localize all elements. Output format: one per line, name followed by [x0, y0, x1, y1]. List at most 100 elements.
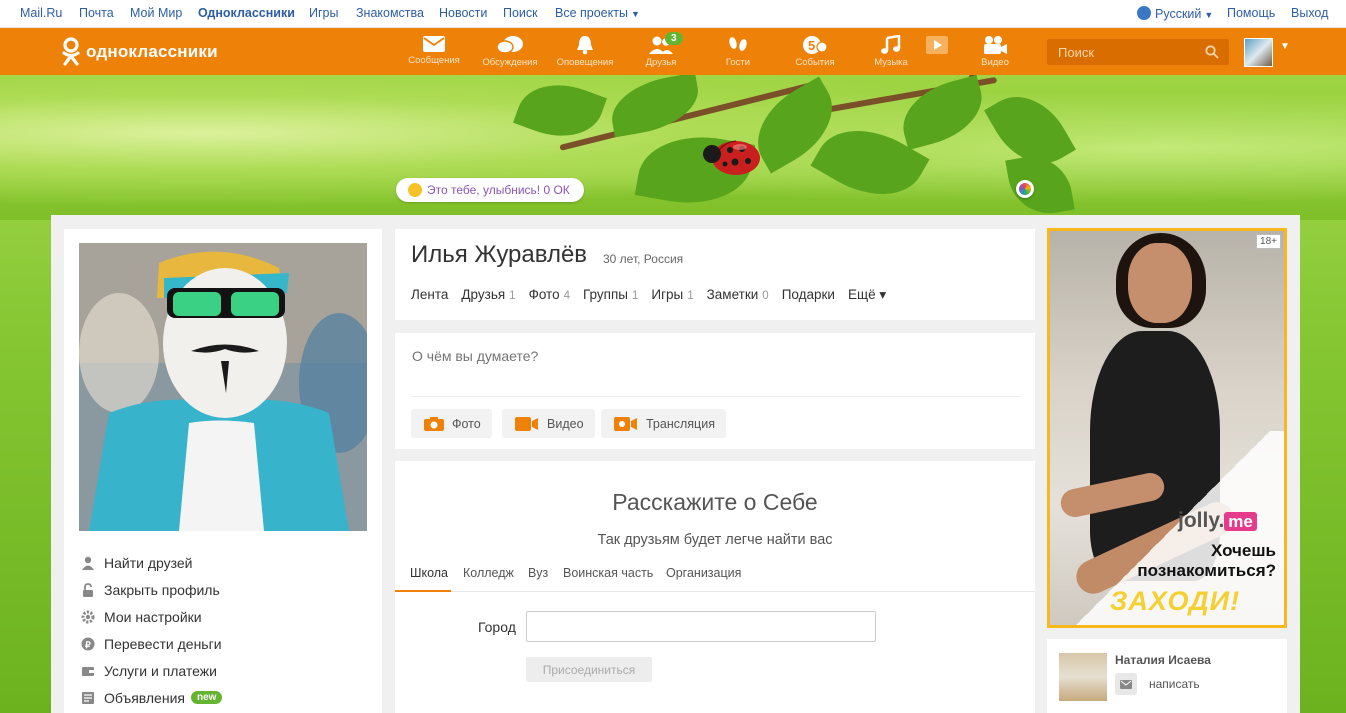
profile-meta: 30 лет, Россия [603, 252, 684, 266]
ok-logo[interactable]: одноклассники [60, 36, 218, 68]
tab-groups-label: Группы [583, 287, 628, 302]
post-input[interactable] [412, 348, 1022, 364]
status-text: Это тебе, улыбнись! 0 ОК [427, 183, 570, 197]
menu-find-friends[interactable]: Найти друзей [80, 549, 370, 576]
ad-image-face [1128, 243, 1192, 323]
svg-text:₽: ₽ [85, 640, 91, 650]
menu-ads[interactable]: Объявления new [80, 684, 370, 711]
profile-name: Илья Журавлёв [411, 241, 588, 268]
portal-link-moi-mir[interactable]: Мой Мир [130, 6, 182, 20]
search-icon[interactable] [1205, 45, 1219, 59]
ruble-icon: ₽ [80, 636, 96, 652]
tab-notes[interactable]: Заметки 0 [707, 287, 769, 303]
portal-bar: Mail.Ru Почта Мой Мир Одноклассники Игры… [0, 0, 1346, 28]
language-selector[interactable]: Русский ▼ [1137, 6, 1213, 21]
tab-school[interactable]: Школа [410, 566, 448, 580]
post-broadcast-button[interactable]: Трансляция [601, 409, 726, 438]
profile-container: Найти друзей Закрыть профиль Мои настрой… [51, 215, 1300, 713]
menu-settings-label: Мои настройки [104, 608, 202, 625]
friends-count-badge: 3 [665, 32, 683, 45]
user-avatar[interactable] [1244, 38, 1273, 67]
camera-icon [424, 416, 444, 431]
tab-military[interactable]: Воинская часть [563, 566, 653, 580]
tab-gifts[interactable]: Подарки [782, 287, 835, 303]
nav-notifications-label: Оповещения [556, 57, 614, 68]
new-badge: new [190, 691, 223, 704]
tab-organization[interactable]: Организация [666, 566, 741, 580]
portal-link-odnoklassniki[interactable]: Одноклассники [198, 6, 295, 20]
city-label: Город [478, 619, 516, 635]
nav-guests[interactable]: Гости [705, 32, 771, 72]
footprints-icon [729, 37, 747, 51]
nav-video[interactable]: Видео [962, 32, 1028, 72]
divider [411, 396, 1021, 397]
tab-photos-count: 4 [563, 290, 570, 302]
tab-gifts-label: Подарки [781, 287, 835, 302]
nav-events-label: События [795, 57, 835, 68]
profile-photo[interactable] [79, 243, 367, 531]
tab-photos[interactable]: Фото 4 [529, 287, 570, 303]
nav-discussions[interactable]: Обсуждения [477, 32, 543, 72]
menu-transfer-money[interactable]: ₽ Перевести деньги [80, 630, 370, 657]
svg-text:5: 5 [808, 38, 815, 53]
nav-music-label: Музыка [874, 57, 908, 68]
join-button[interactable]: Присоединиться [526, 657, 652, 682]
tab-university[interactable]: Вуз [528, 566, 548, 580]
portal-link-news[interactable]: Новости [439, 6, 487, 20]
menu-services-payments[interactable]: Услуги и платежи [80, 657, 370, 684]
menu-close-profile[interactable]: Закрыть профиль [80, 576, 370, 603]
nav-friends[interactable]: Друзья 3 [628, 32, 694, 72]
chevron-down-icon: ▼ [630, 9, 640, 19]
nav-friends-label: Друзья [645, 57, 677, 68]
tab-groups[interactable]: Группы 1 [583, 287, 638, 303]
city-input[interactable] [526, 611, 876, 642]
menu-settings[interactable]: Мои настройки [80, 603, 370, 630]
smile-icon [408, 183, 422, 197]
ads-icon [80, 690, 96, 706]
chevron-down-icon[interactable]: ▼ [1280, 41, 1290, 52]
portal-link-search[interactable]: Поиск [503, 6, 538, 20]
tab-more[interactable]: Ещё ▾ [848, 287, 886, 303]
portal-link-games[interactable]: Игры [309, 6, 338, 20]
menu-close-profile-label: Закрыть профиль [104, 581, 220, 598]
profile-menu: Найти друзей Закрыть профиль Мои настрой… [80, 549, 370, 711]
tab-feed-label: Лента [411, 287, 449, 302]
music-note-icon [881, 35, 901, 54]
post-photo-button[interactable]: Фото [411, 409, 492, 438]
status-message[interactable]: Это тебе, улыбнись! 0 ОК [396, 178, 584, 202]
chat-bubbles-icon [496, 36, 523, 54]
nav-messages-label: Сообщения [408, 55, 460, 66]
cover-image [0, 75, 1346, 220]
person-icon [80, 555, 96, 571]
nav-messages[interactable]: Сообщения [401, 32, 467, 72]
tab-friends-count: 1 [509, 290, 516, 302]
ad-banner[interactable]: 18+ jolly. me Хочешь познакомиться? ЗАХОД… [1047, 228, 1287, 628]
portal-link-dating[interactable]: Знакомства [356, 6, 424, 20]
tab-college[interactable]: Колледж [463, 566, 514, 580]
help-link[interactable]: Помощь [1227, 6, 1275, 20]
portal-link-mailru[interactable]: Mail.Ru [20, 6, 62, 20]
tab-groups-count: 1 [631, 290, 639, 302]
post-video-button[interactable]: Видео [502, 409, 595, 438]
tab-friends[interactable]: Друзья 1 [461, 287, 515, 303]
nav-events[interactable]: 5 События [782, 32, 848, 72]
tab-games-count: 1 [687, 290, 694, 302]
nav-music[interactable]: Музыка [858, 32, 924, 72]
nav-video-play[interactable] [918, 32, 956, 72]
friend-avatar[interactable] [1059, 653, 1107, 701]
lock-icon [80, 582, 96, 598]
post-video-label: Видео [547, 416, 584, 431]
language-label: Русский [1155, 7, 1202, 21]
left-sidebar: Найти друзей Закрыть профиль Мои настрой… [64, 229, 382, 713]
portal-link-all-projects[interactable]: Все проекты ▼ [555, 6, 640, 20]
write-message-button[interactable]: написать [1115, 673, 1200, 695]
search-input[interactable] [1047, 39, 1197, 65]
logout-link[interactable]: Выход [1291, 6, 1328, 20]
friend-name[interactable]: Наталия Исаева [1115, 653, 1211, 667]
portal-link-mail[interactable]: Почта [79, 6, 114, 20]
tab-games[interactable]: Игры 1 [651, 287, 693, 303]
about-title: Расскажите о Себе [612, 489, 818, 515]
tab-feed[interactable]: Лента [411, 287, 448, 303]
nav-notifications[interactable]: Оповещения [552, 32, 618, 72]
cover-color-picker-icon[interactable] [1016, 180, 1034, 198]
